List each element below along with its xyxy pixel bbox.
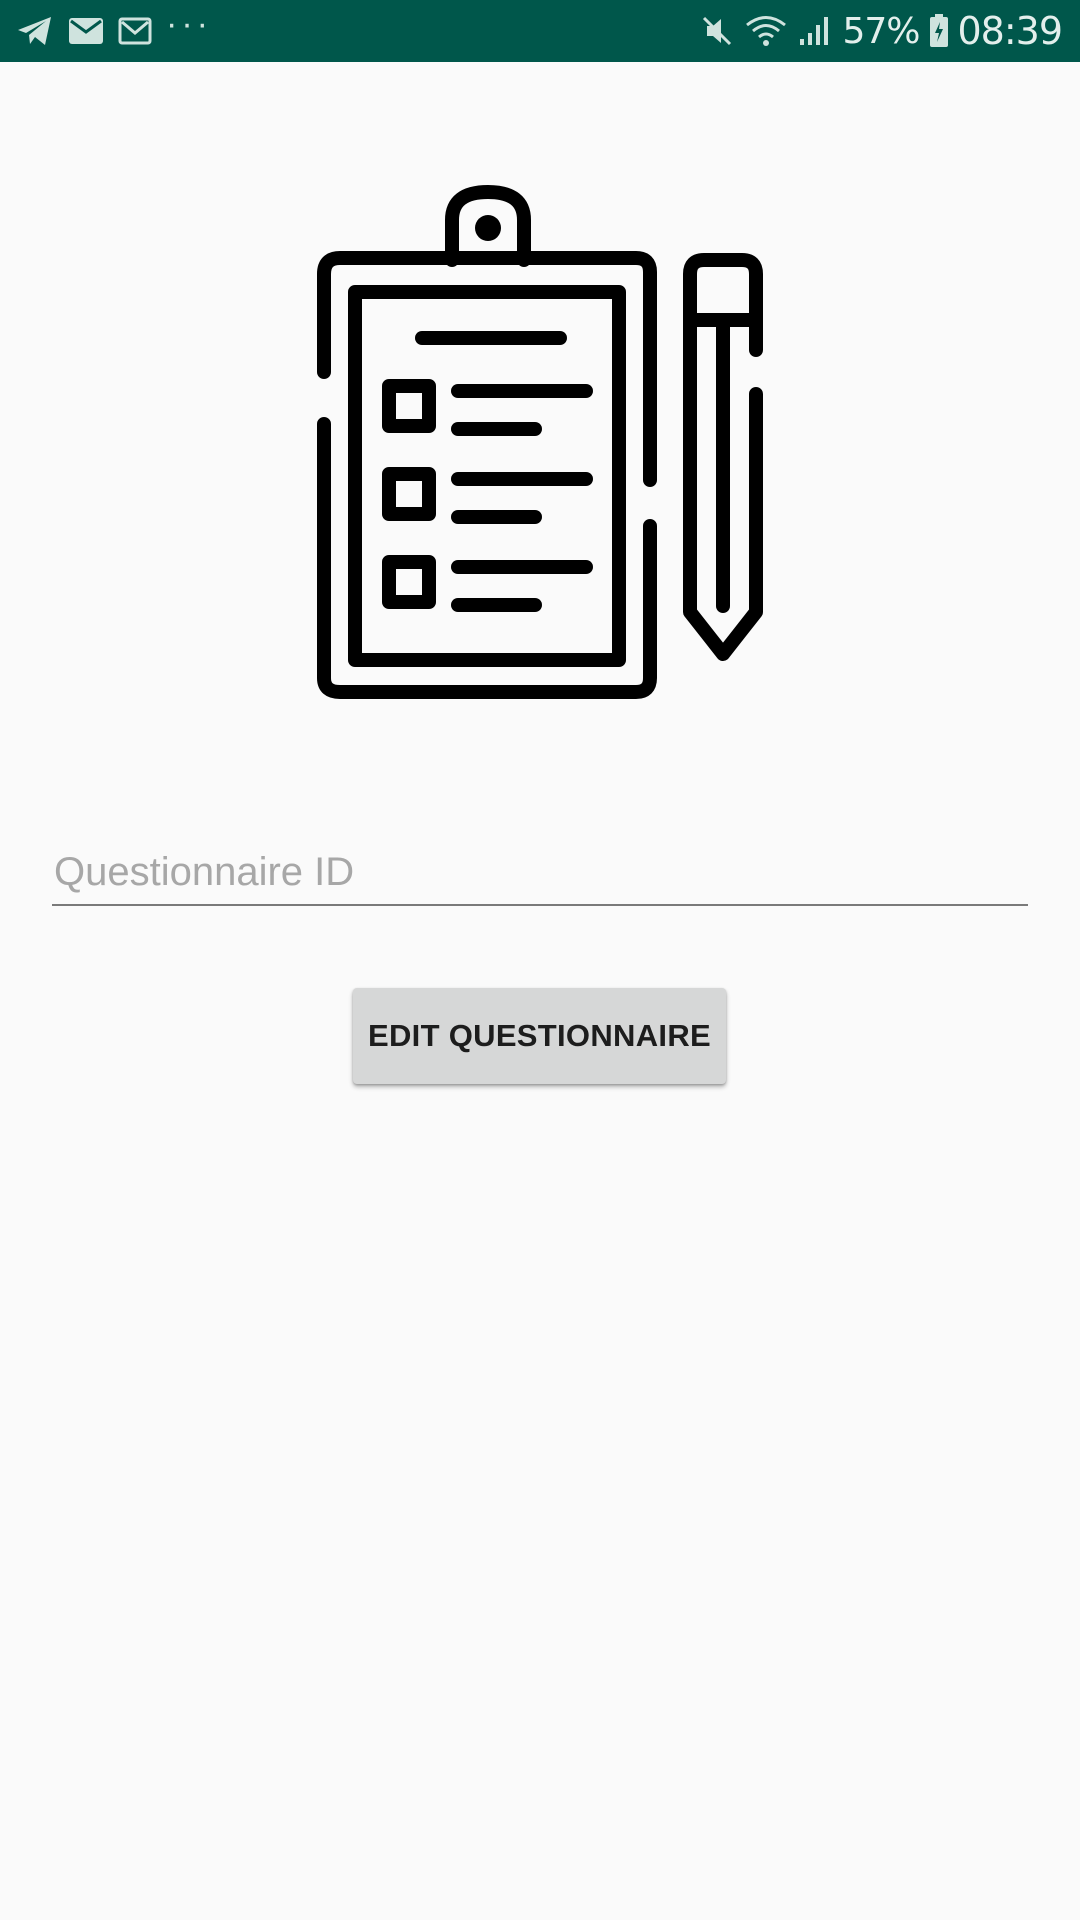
telegram-icon [16,15,54,47]
status-bar: ··· 57% 08:39 [0,0,1080,62]
signal-icon [798,15,832,47]
system-icons: 57% 08:39 [690,9,1063,53]
clock: 08:39 [957,9,1063,53]
more-dots-icon: ··· [166,5,212,43]
mute-icon [700,14,734,48]
wifi-icon [744,14,788,48]
battery-percent: 57% [842,10,920,52]
mail-icon [68,17,104,45]
app-screen: ··· 57% 08:39 Questionnaire ID EDIT QUES… [0,0,1080,1920]
clipboard-checklist-pencil-icon [310,180,770,700]
battery-charging-icon [929,14,949,48]
notification-icons: ··· [16,7,226,47]
questionnaire-id-input[interactable] [52,840,1028,906]
edit-questionnaire-button[interactable]: EDIT QUESTIONNAIRE [353,988,726,1084]
questionnaire-id-field-wrapper [52,840,1028,910]
gmail-icon [118,17,152,45]
